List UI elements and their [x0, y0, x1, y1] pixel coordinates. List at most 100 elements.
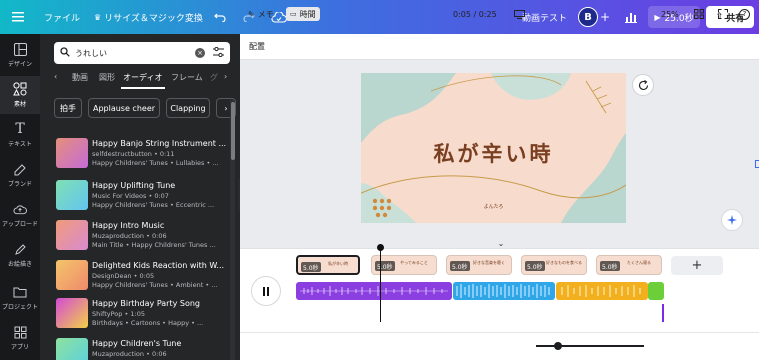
panel-scrollbar-thumb[interactable]: [231, 102, 235, 160]
waveform: [561, 285, 641, 297]
add-clip-button[interactable]: +: [671, 256, 723, 275]
search-input[interactable]: うれしい: [75, 48, 195, 59]
audio-track-item[interactable]: Happy Banjo String Instrument ... selfde…: [56, 138, 234, 170]
clip-duration: 5.0秒: [375, 261, 395, 271]
pause-button[interactable]: [251, 276, 281, 306]
clip-preview-text: 私が辛い時: [328, 261, 348, 266]
track-title: Happy Intro Music: [92, 221, 165, 230]
rail-item-elements[interactable]: 素材: [0, 76, 40, 114]
doc-title[interactable]: 動画テスト: [522, 0, 567, 34]
tab-next-chevron-icon[interactable]: ›: [224, 72, 227, 81]
timeline-clip[interactable]: 5.0秒 たくさん寝る: [596, 255, 662, 275]
rail-item-text[interactable]: T テキスト: [0, 116, 40, 154]
track-tags: Happy Childrens' Tunes • Eccentric ...: [92, 201, 215, 209]
track-artist: selfdestructbutton • 0:11: [92, 150, 175, 158]
notes-button[interactable]: ✎ メモ: [248, 0, 274, 28]
timeline-collapse-chevron-icon[interactable]: ⌄: [494, 239, 508, 249]
timeline-end-marker[interactable]: [662, 304, 664, 322]
zoom-value[interactable]: 25%: [661, 0, 679, 28]
canvas-edge-handle[interactable]: [755, 160, 759, 168]
grid-view-icon[interactable]: [694, 0, 704, 28]
rail-item-brand[interactable]: ブランド: [0, 156, 40, 194]
folder-icon: [13, 285, 27, 299]
rail-item-upload[interactable]: アップロード: [0, 196, 40, 234]
rail-item-design[interactable]: デザイン: [0, 36, 40, 74]
timer-button[interactable]: ▭ 時間: [286, 0, 320, 28]
audio-track-item[interactable]: Happy Uplifting Tune Music For Videos • …: [56, 180, 234, 212]
audio-segment[interactable]: [296, 282, 452, 300]
tab-video[interactable]: 動画: [72, 72, 88, 83]
hamburger-icon[interactable]: [12, 0, 24, 34]
zoom-slider-knob[interactable]: [553, 342, 562, 350]
filter-icon[interactable]: [213, 46, 224, 59]
rail-item-projects[interactable]: プロジェクト: [0, 279, 40, 317]
layout-icon: [13, 42, 27, 56]
top-bar: ファイル ♛ リサイズ＆マジック変換 動画テスト B + ▶ 25.0秒 ⇧ 共…: [0, 0, 759, 34]
upload-icon: [13, 202, 27, 216]
slide-author[interactable]: よんたろ: [361, 203, 626, 210]
time-readout: 0:05 / 0:25: [453, 9, 497, 19]
chip-applause[interactable]: 拍手: [54, 98, 82, 118]
timer-icon: ▭: [290, 10, 297, 18]
tab-grid[interactable]: グ: [210, 72, 218, 83]
audio-track-item[interactable]: Happy Intro Music Muzaproduction • 0:06 …: [56, 220, 234, 252]
file-menu[interactable]: ファイル: [44, 0, 80, 34]
panel-tabs: ‹ 動画 図形 オーディオ フレーム グ ›: [54, 72, 234, 89]
fullscreen-icon[interactable]: [718, 0, 728, 28]
timeline-clip[interactable]: 5.0秒 好きな音楽を聴く: [446, 255, 512, 275]
rail-item-apps[interactable]: アプリ: [0, 319, 40, 357]
clear-search-icon[interactable]: ×: [195, 48, 205, 58]
clip-preview-text: やってみること: [400, 260, 428, 265]
rail-item-draw[interactable]: お絵描き: [0, 236, 40, 274]
slide-canvas[interactable]: 私が辛い時 よんたろ: [361, 73, 626, 223]
track-artist: ShiftyPop • 1:05: [92, 310, 145, 318]
clip-duration: 5.0秒: [450, 261, 470, 271]
waveform: [456, 284, 550, 298]
timeline-clip[interactable]: 5.0秒 好きなものを食べる: [521, 255, 587, 275]
track-title: Delighted Kids Reaction with W...: [92, 261, 225, 270]
tab-prev-chevron-icon[interactable]: ‹: [54, 72, 57, 81]
undo-icon[interactable]: [214, 0, 226, 34]
search-icon: [60, 47, 70, 59]
audio-segment[interactable]: [453, 282, 555, 300]
tab-audio[interactable]: オーディオ: [123, 72, 162, 83]
search-box[interactable]: うれしい ×: [54, 42, 230, 64]
slide-title[interactable]: 私が辛い時: [361, 138, 626, 168]
track-artist: Music For Videos • 0:07: [92, 192, 169, 200]
track-tags: Happy Childrens' Tunes • Ambient • ...: [92, 281, 218, 289]
rail-label-apps: アプリ: [10, 344, 29, 351]
pause-icon: [263, 286, 269, 296]
bar-chart-icon[interactable]: [625, 0, 637, 34]
refresh-comment-icon[interactable]: [632, 74, 654, 96]
audio-track-item[interactable]: Happy Birthday Party Song ShiftyPop • 1:…: [56, 298, 234, 330]
screen-icon[interactable]: [514, 0, 525, 28]
rail-label-draw: お絵描き: [7, 261, 32, 268]
track-thumbnail: [56, 338, 88, 360]
timeline-clip[interactable]: 5.0秒 私が辛い時: [296, 255, 360, 275]
audio-track-item[interactable]: Delighted Kids Reaction with W... Design…: [56, 260, 234, 292]
position-button[interactable]: 配置: [249, 41, 265, 52]
playhead[interactable]: [380, 247, 381, 322]
track-artist: Muzaproduction • 0:06: [92, 350, 167, 358]
resize-menu[interactable]: ♛ リサイズ＆マジック変換: [94, 0, 203, 34]
audio-segment[interactable]: [648, 282, 664, 300]
zoom-slider-track[interactable]: [536, 345, 644, 347]
track-title: Happy Children's Tune: [92, 339, 182, 348]
track-tags: Birthdays • Cartoons • Happy • ...: [92, 319, 204, 327]
rail-label-brand: ブランド: [7, 181, 32, 188]
audio-track-item[interactable]: Happy Children's Tune Muzaproduction • 0…: [56, 338, 234, 360]
sparkle-icon[interactable]: [721, 209, 743, 231]
chip-applause-cheer[interactable]: Applause cheer: [88, 98, 160, 118]
help-icon[interactable]: ?: [739, 0, 750, 28]
audio-segment[interactable]: [556, 282, 648, 300]
rail-label-text: テキスト: [8, 141, 32, 148]
chip-clapping[interactable]: Clapping: [166, 98, 210, 118]
tab-frames[interactable]: フレーム: [171, 72, 203, 83]
notes-icon: ✎: [248, 9, 255, 19]
rail-label-projects: プロジェクト: [1, 304, 38, 311]
rail-label-design: デザイン: [7, 61, 32, 68]
plus-icon[interactable]: +: [600, 0, 610, 34]
clip-duration: 5.0秒: [525, 261, 545, 271]
tab-shapes[interactable]: 図形: [99, 72, 115, 83]
avatar[interactable]: B: [578, 7, 598, 27]
